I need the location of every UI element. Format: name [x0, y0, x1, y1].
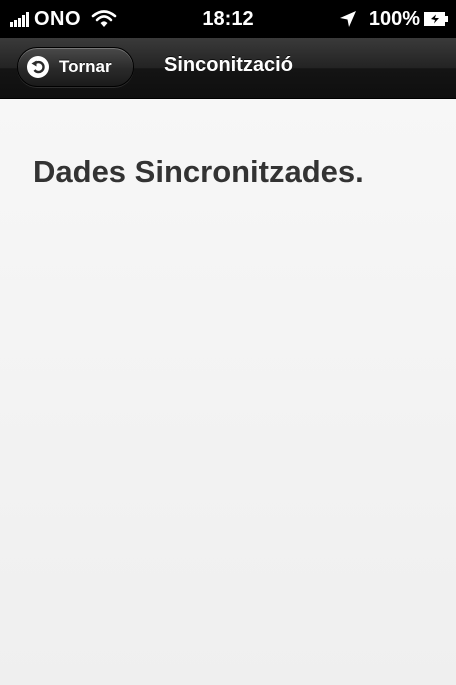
signal-bars-icon: [10, 11, 30, 27]
status-right: 100%: [339, 8, 448, 30]
status-bar: ONO 18:12 100%: [0, 0, 456, 38]
navigation-bar: Tornar Sinconització: [0, 38, 456, 99]
sync-status-message: Dades Sincronitzades.: [33, 154, 364, 189]
back-button[interactable]: Tornar: [17, 47, 134, 87]
carrier-name: ONO: [34, 7, 82, 30]
content-area: Dades Sincronitzades.: [0, 99, 456, 685]
battery-percentage: 100%: [368, 7, 420, 30]
status-left: ONO: [10, 8, 117, 30]
phone-screen: ONO 18:12 100% Tornar Sinconització Dade…: [0, 0, 456, 685]
wifi-icon: [91, 10, 117, 27]
back-arrow-icon: [27, 56, 49, 78]
battery-charging-icon: [424, 12, 448, 26]
page-title: Sinconització: [164, 54, 293, 76]
back-button-label: Tornar: [59, 57, 112, 76]
location-arrow-icon: [339, 11, 356, 27]
